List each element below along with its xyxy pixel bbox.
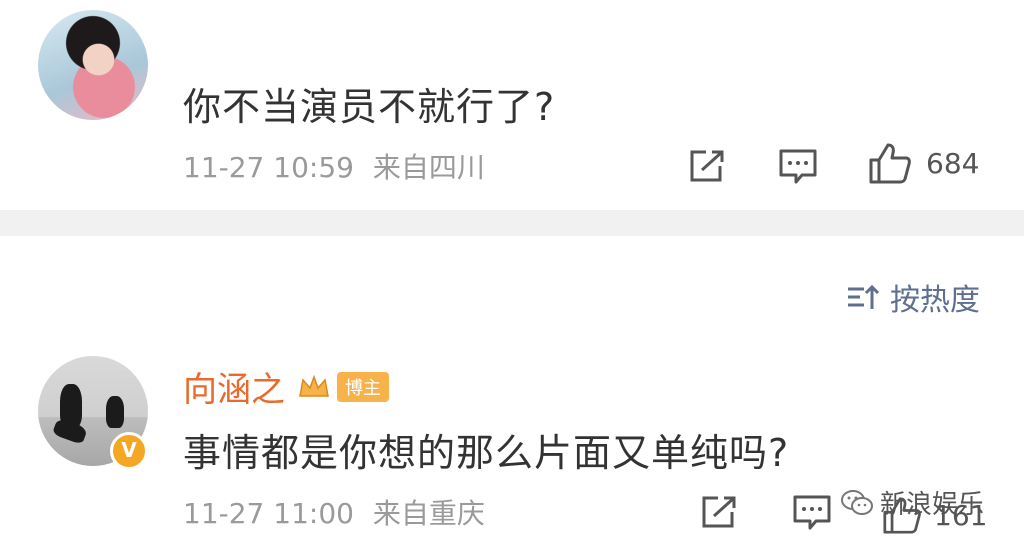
comment-meta: 11-27 11:00 来自重庆	[183, 492, 485, 532]
section-divider	[0, 210, 1024, 236]
comment-meta: 11-27 10:59 来自四川	[183, 146, 485, 186]
verified-icon: V	[110, 432, 148, 470]
watermark: 新浪娱乐	[840, 484, 984, 521]
comment-button[interactable]	[792, 494, 832, 536]
comment-text: 事情都是你想的那么片面又单纯吗?	[183, 431, 790, 475]
comment-header: 向涵之 博主	[183, 362, 389, 411]
watermark-text: 新浪娱乐	[880, 490, 985, 520]
blogger-badge: 博主	[337, 371, 389, 402]
share-icon	[702, 496, 736, 528]
comment-button[interactable]	[778, 148, 818, 190]
comment-time: 11-27 10:59	[183, 151, 354, 184]
figure-silhouette	[51, 417, 89, 445]
like-button[interactable]: 684	[868, 142, 979, 184]
share-button[interactable]	[700, 494, 738, 534]
comment-location: 来自重庆	[372, 497, 485, 530]
share-button[interactable]	[688, 148, 726, 188]
sort-label: 按热度	[890, 283, 980, 318]
username[interactable]: 向涵之	[183, 362, 285, 411]
share-icon	[690, 150, 724, 182]
comment-text: 你不当演员不就行了?	[183, 85, 556, 129]
figure-silhouette	[106, 396, 124, 428]
comment-time: 11-27 11:00	[183, 497, 354, 530]
comment-icon	[793, 495, 831, 530]
crown-icon	[299, 374, 329, 397]
comment-location: 来自四川	[372, 151, 485, 184]
wechat-icon	[841, 489, 873, 515]
like-count: 684	[926, 146, 980, 180]
like-icon	[869, 143, 911, 184]
sort-by-hot-button[interactable]: 按热度	[846, 275, 980, 319]
sort-icon	[848, 284, 880, 309]
avatar[interactable]	[38, 10, 148, 120]
comment-icon	[779, 149, 817, 184]
